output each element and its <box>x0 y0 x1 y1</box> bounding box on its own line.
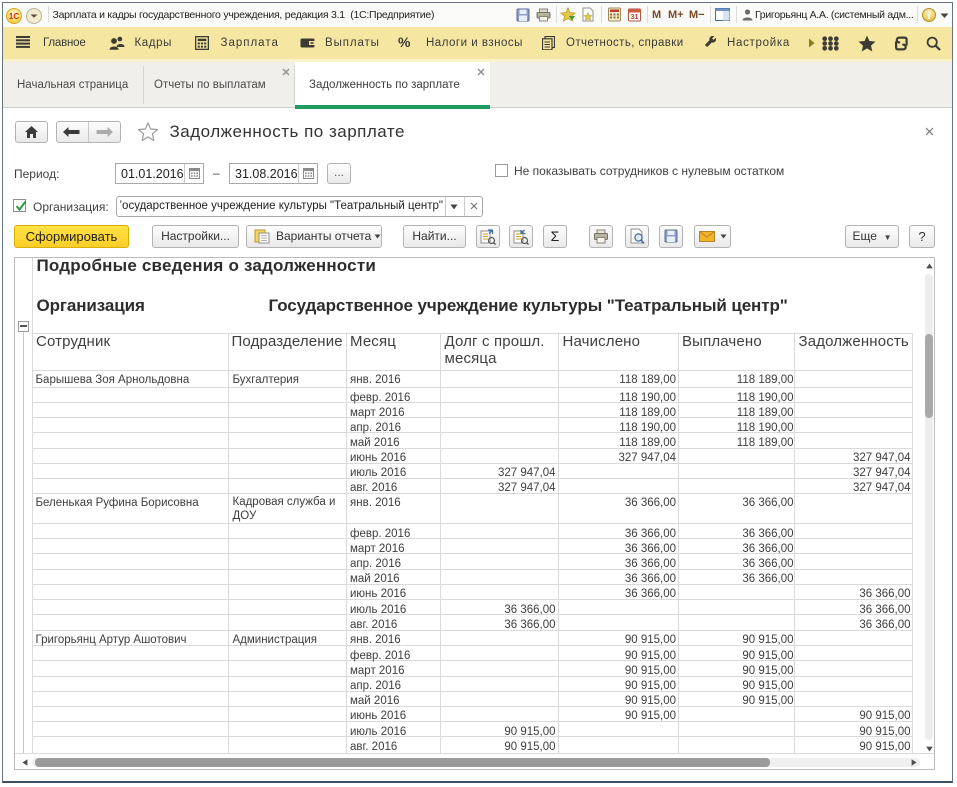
svg-text:31: 31 <box>631 14 639 21</box>
svg-text:1С: 1С <box>9 12 19 21</box>
svg-text:i: i <box>928 11 931 22</box>
